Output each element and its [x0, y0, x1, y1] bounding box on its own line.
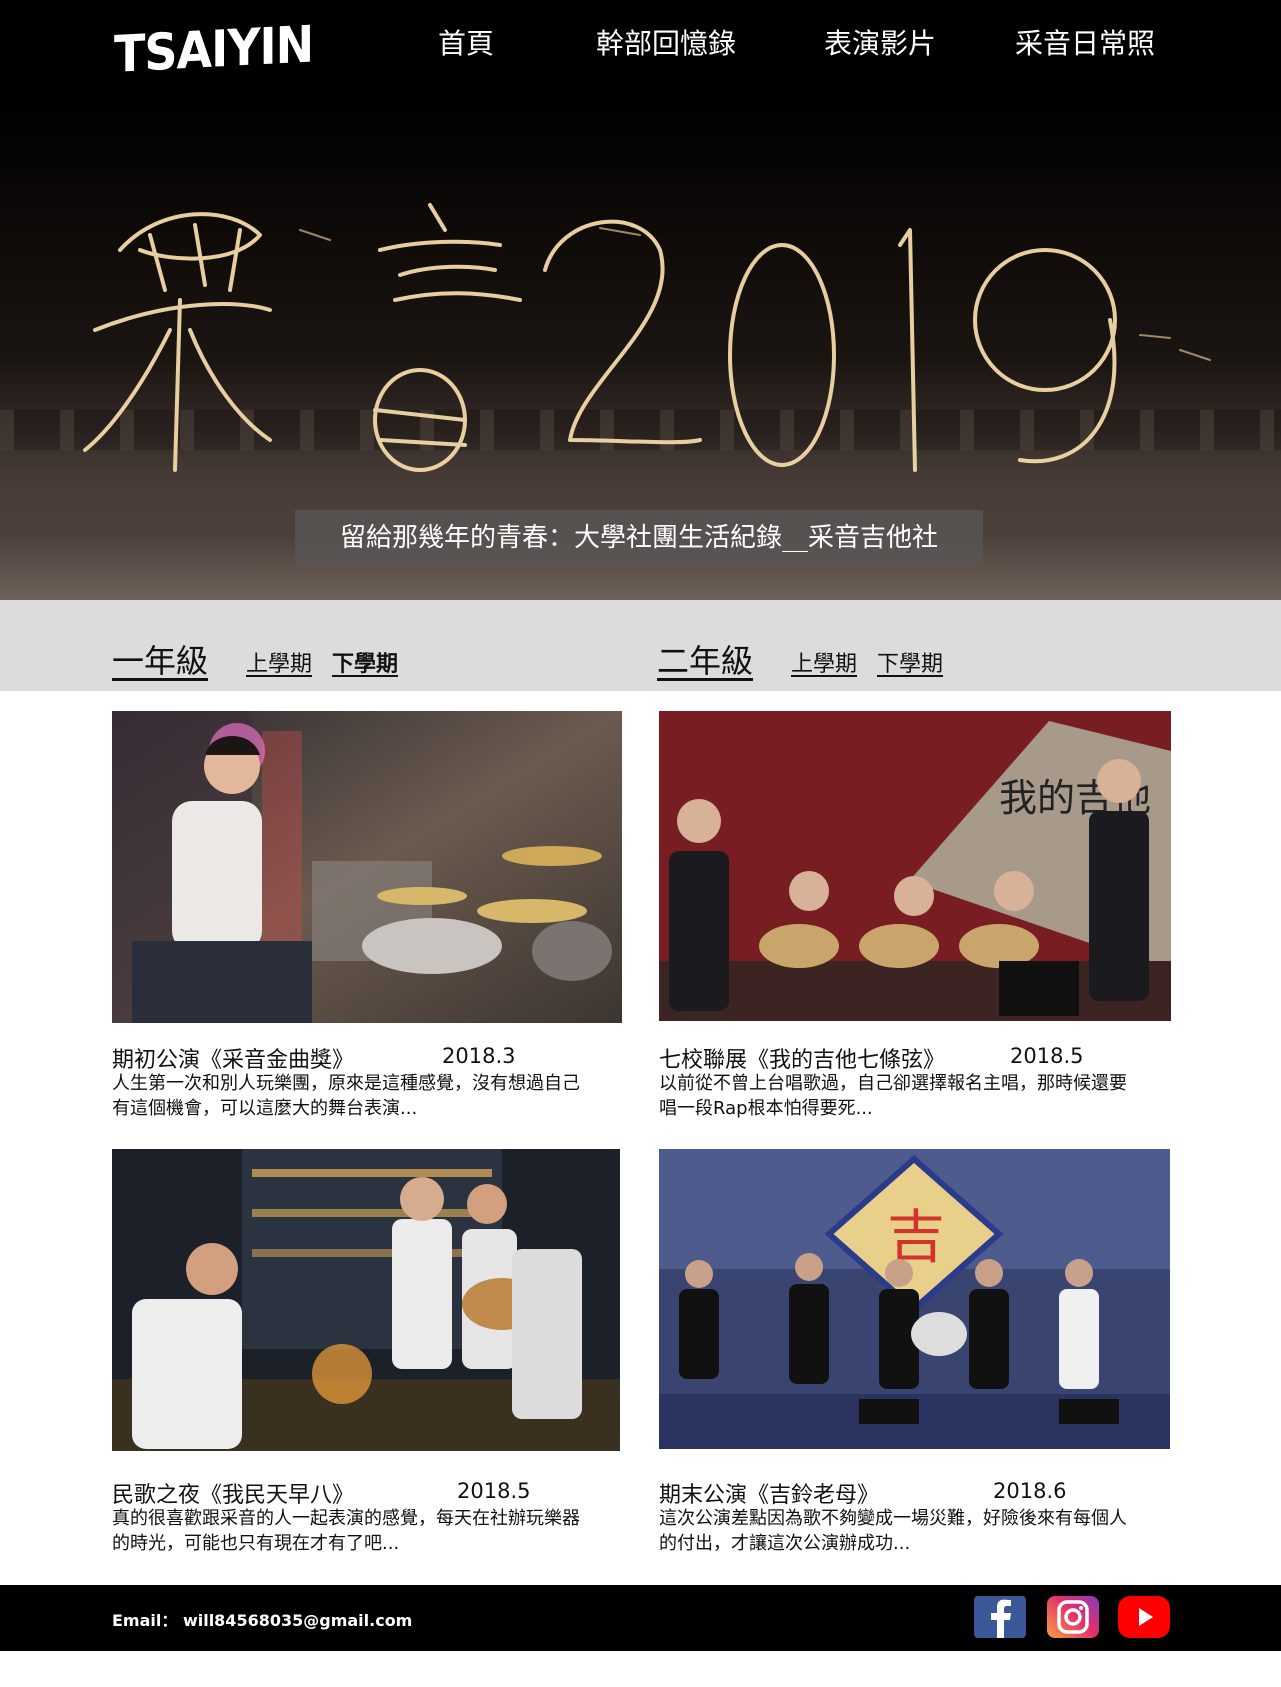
event-card: 吉 期末公演《吉鈴老母》 2018.6 這次公演差點因為歌不夠變成一場災難，好險… [659, 1149, 1171, 1559]
grade-2-term-2-link[interactable]: 下學期 [877, 646, 943, 678]
grade-2-link[interactable]: 二年級 [657, 636, 753, 682]
nav-officer-memoirs[interactable]: 幹部回憶錄 [596, 22, 736, 62]
event-title: 期初公演《采音金曲獎》 [112, 1048, 355, 1073]
grade-selector-bar: 一年級 上學期 下學期 二年級 上學期 下學期 [0, 600, 1281, 691]
event-photo[interactable] [112, 711, 622, 1023]
event-description: 以前從不曾上台唱歌過，自己卻選擇報名主唱，那時候還要唱一段Rap根本怕得要死..… [659, 1073, 1127, 1119]
event-card: 我的吉他 七校聯展《我的吉他七條弦》 2018.5 以前從不曾上台唱歌過，自己卻… [659, 711, 1171, 1121]
event-title: 七校聯展《我的吉他七條弦》 [659, 1048, 946, 1073]
event-date: 2018.5 [457, 1479, 531, 1503]
hero-tagline: 留給那幾年的青春：大學社團生活紀錄__采音吉他社 [295, 510, 983, 566]
event-description: 人生第一次和別人玩樂團，原來是這種感覺，沒有想過自己有這個機會，可以這麼大的舞台… [112, 1073, 580, 1119]
event-photo[interactable]: 吉 [659, 1149, 1170, 1449]
grade-2-term-1-link[interactable]: 上學期 [791, 646, 857, 678]
footer: Email： will84568035@gmail.com [0, 1585, 1281, 1651]
event-date: 2018.6 [993, 1479, 1067, 1503]
nav-daily-photos[interactable]: 采音日常照 [1015, 22, 1155, 62]
event-date: 2018.3 [442, 1044, 516, 1068]
event-photo[interactable]: 我的吉他 [659, 711, 1171, 1021]
event-date: 2018.5 [1010, 1044, 1084, 1068]
event-description: 這次公演差點因為歌不夠變成一場災難，好險後來有每個人的付出，才讓這次公演辦成功.… [659, 1508, 1127, 1554]
instagram-icon[interactable] [1047, 1596, 1099, 1638]
facebook-icon[interactable] [974, 1596, 1026, 1638]
event-title: 期末公演《吉鈴老母》 [659, 1483, 880, 1508]
contact-email[interactable]: Email： will84568035@gmail.com [112, 1607, 412, 1631]
grade-1-term-2-link[interactable]: 下學期 [332, 646, 398, 678]
grade-1-link[interactable]: 一年級 [112, 636, 208, 682]
event-card: 民歌之夜《我民天早八》 2018.5 真的很喜歡跟采音的人一起表演的感覺，每天在… [112, 1149, 624, 1559]
event-title: 民歌之夜《我民天早八》 [112, 1483, 355, 1508]
youtube-icon[interactable] [1118, 1596, 1170, 1638]
nav-performance-videos[interactable]: 表演影片 [824, 22, 936, 62]
event-card: 期初公演《采音金曲獎》 2018.3 人生第一次和別人玩樂團，原來是這種感覺，沒… [112, 711, 624, 1121]
event-photo[interactable] [112, 1149, 620, 1451]
hero-banner: TSAIYIN 首頁 幹部回憶錄 表演影片 采音日常照 留給那幾年的青春：大學社… [0, 0, 1281, 600]
nav-home[interactable]: 首頁 [438, 22, 494, 62]
event-description: 真的很喜歡跟采音的人一起表演的感覺，每天在社辦玩樂器的時光，可能也只有現在才有了… [112, 1508, 580, 1554]
main-nav: 首頁 幹部回憶錄 表演影片 采音日常照 [0, 22, 1281, 62]
grade-1-term-1-link[interactable]: 上學期 [246, 646, 312, 678]
